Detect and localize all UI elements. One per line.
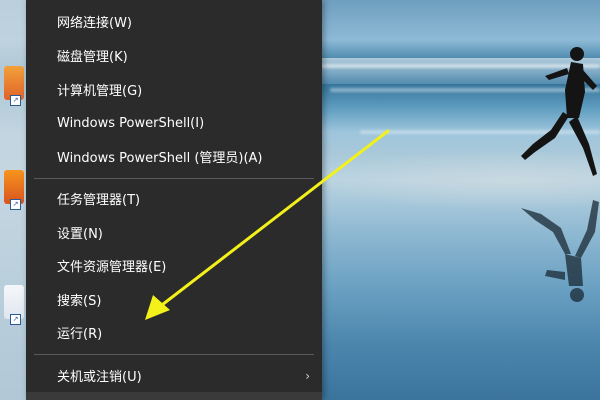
menu-item-label: 设置(N) — [57, 227, 103, 242]
menu-item-label: 计算机管理(G) — [57, 84, 143, 99]
desktop-shortcut-icon[interactable]: ↗ — [4, 66, 24, 106]
menu-separator — [34, 178, 314, 179]
menu-item-search[interactable]: 搜索(S) — [26, 283, 322, 316]
menu-item-label: Windows PowerShell(I) — [57, 116, 205, 131]
desktop-shortcut-icon[interactable]: ↗ — [4, 285, 24, 325]
menu-item-label: 关机或注销(U) — [57, 370, 142, 385]
shortcut-arrow-icon: ↗ — [10, 314, 21, 325]
chevron-right-icon: › — [305, 369, 310, 383]
desktop-shortcut-icon[interactable]: ↗ — [4, 170, 24, 210]
menu-item-powershell-admin[interactable]: Windows PowerShell (管理员)(A) — [26, 140, 322, 173]
menu-item-label: 任务管理器(T) — [57, 193, 141, 208]
menu-item-label: Windows PowerShell (管理员)(A) — [57, 151, 263, 166]
runner-silhouette — [521, 47, 599, 302]
menu-item-powershell[interactable]: Windows PowerShell(I) — [26, 107, 322, 140]
menu-item-computer-management[interactable]: 计算机管理(G) — [26, 73, 322, 106]
shortcut-arrow-icon: ↗ — [10, 199, 21, 210]
menu-item-settings[interactable]: 设置(N) — [26, 216, 322, 249]
shortcut-arrow-icon: ↗ — [10, 95, 21, 106]
menu-next-item-edge — [26, 392, 322, 400]
menu-item-disk-management[interactable]: 磁盘管理(K) — [26, 39, 322, 72]
menu-item-network-connections[interactable]: 网络连接(W) — [26, 5, 322, 38]
menu-item-shutdown-signout[interactable]: 关机或注销(U) › — [26, 359, 322, 392]
menu-item-label: 运行(R) — [57, 327, 103, 342]
desktop-icon-strip: ↗ ↗ ↗ — [0, 0, 26, 400]
menu-separator — [34, 354, 314, 355]
menu-item-label: 文件资源管理器(E) — [57, 260, 167, 275]
menu-item-label: 磁盘管理(K) — [57, 50, 128, 65]
menu-item-label: 网络连接(W) — [57, 16, 132, 31]
menu-item-run[interactable]: 运行(R) — [26, 316, 322, 349]
menu-item-file-explorer[interactable]: 文件资源管理器(E) — [26, 249, 322, 282]
menu-item-task-manager[interactable]: 任务管理器(T) — [26, 182, 322, 215]
winx-context-menu: 网络连接(W) 磁盘管理(K) 计算机管理(G) Windows PowerSh… — [26, 0, 322, 400]
menu-item-label: 搜索(S) — [57, 294, 102, 309]
